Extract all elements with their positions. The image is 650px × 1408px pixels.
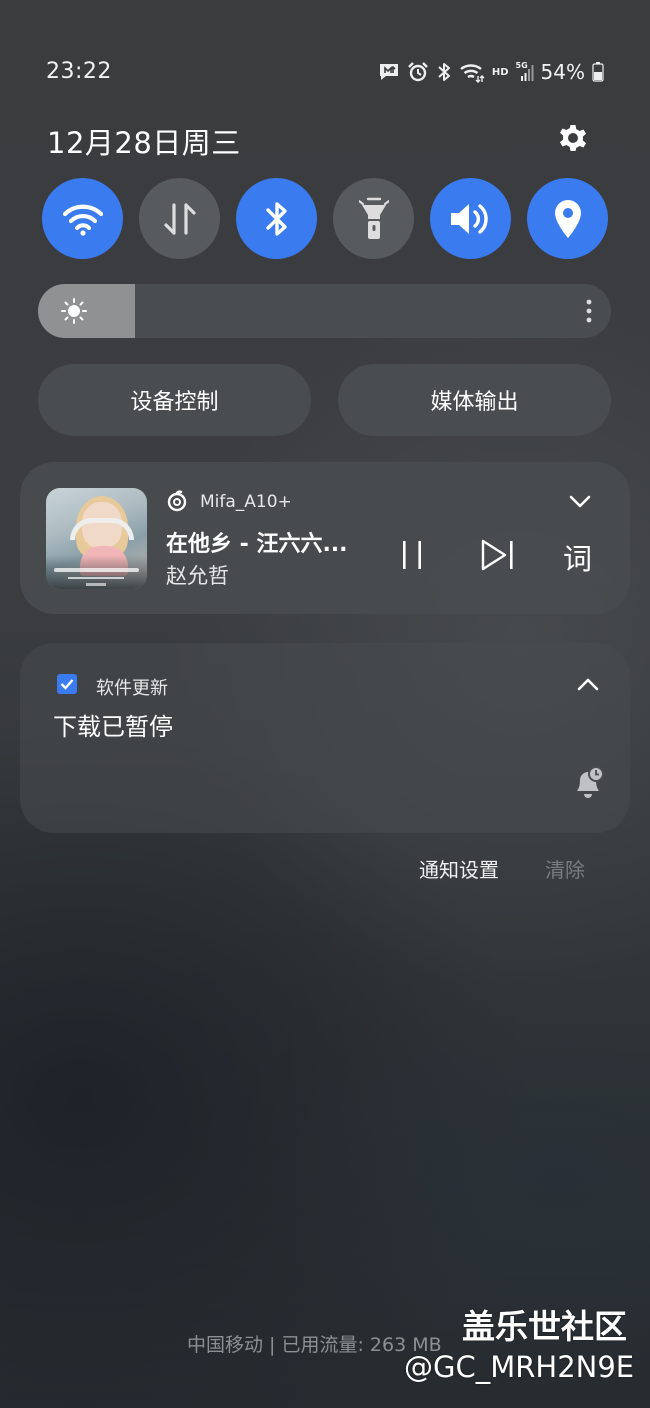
hd-icon: HD bbox=[491, 66, 509, 78]
flashlight-icon bbox=[358, 197, 389, 239]
status-bar: 23:22 HD 5G 54% bbox=[0, 56, 650, 88]
media-artist: 赵允哲 bbox=[166, 564, 229, 588]
more-options-icon[interactable] bbox=[585, 298, 593, 324]
battery-icon bbox=[592, 62, 604, 82]
toggle-sound[interactable] bbox=[430, 178, 511, 259]
bluetooth-status-icon bbox=[438, 63, 450, 81]
chevron-down-icon[interactable] bbox=[568, 492, 592, 510]
wifi-status-icon bbox=[460, 64, 485, 83]
status-icons: HD 5G 54% bbox=[378, 56, 604, 88]
snooze-bell-icon[interactable] bbox=[571, 765, 605, 801]
device-control-button[interactable]: 设备控制 bbox=[38, 364, 311, 436]
gear-icon[interactable] bbox=[555, 120, 591, 156]
quick-toggles bbox=[42, 178, 608, 260]
toggle-location[interactable] bbox=[527, 178, 608, 259]
software-update-notification[interactable]: 软件更新 下载已暂停 bbox=[20, 643, 630, 833]
status-time: 23:22 bbox=[46, 59, 112, 84]
toggle-wifi[interactable] bbox=[42, 178, 123, 259]
software-update-icon bbox=[57, 674, 77, 694]
battery-percent: 54% bbox=[540, 60, 585, 84]
watermark-site: 盖乐世社区 bbox=[462, 1307, 627, 1346]
album-art bbox=[46, 488, 147, 589]
sun-icon bbox=[61, 298, 87, 324]
location-pin-icon bbox=[554, 199, 581, 238]
notification-settings-button[interactable]: 通知设置 bbox=[419, 854, 499, 883]
message-icon bbox=[379, 64, 398, 80]
alarm-icon bbox=[408, 62, 428, 82]
skip-next-icon[interactable] bbox=[480, 538, 516, 572]
media-output-button[interactable]: 媒体输出 bbox=[338, 364, 611, 436]
bluetooth-icon bbox=[265, 201, 287, 236]
pause-icon[interactable] bbox=[400, 538, 424, 572]
media-player-card[interactable]: Mifa_A10+ 在他乡 - 汪六六... 赵允哲 词 bbox=[20, 462, 630, 614]
wifi-icon bbox=[62, 204, 103, 236]
brightness-slider[interactable] bbox=[38, 284, 611, 338]
clear-button[interactable]: 清除 bbox=[545, 854, 585, 883]
toggle-bluetooth[interactable] bbox=[236, 178, 317, 259]
chevron-up-icon[interactable] bbox=[576, 676, 600, 694]
media-title: 在他乡 - 汪六六... bbox=[166, 532, 348, 557]
watermark-user: @GC_MRH2N9E bbox=[404, 1350, 635, 1384]
data-arrows-icon bbox=[163, 202, 196, 235]
date-label: 12月28日周三 bbox=[47, 126, 241, 160]
signal-5g-icon: 5G bbox=[516, 61, 534, 82]
notification-title: 下载已暂停 bbox=[53, 713, 173, 741]
notification-app-name: 软件更新 bbox=[96, 678, 168, 699]
toggle-mobile-data[interactable] bbox=[139, 178, 220, 259]
media-app-name: Mifa_A10+ bbox=[200, 492, 292, 512]
toggle-flashlight[interactable] bbox=[333, 178, 414, 259]
speaker-icon bbox=[450, 203, 488, 234]
lyrics-button[interactable]: 词 bbox=[563, 536, 592, 578]
netease-music-icon bbox=[167, 490, 187, 512]
header: 12月28日周三 bbox=[0, 116, 650, 160]
